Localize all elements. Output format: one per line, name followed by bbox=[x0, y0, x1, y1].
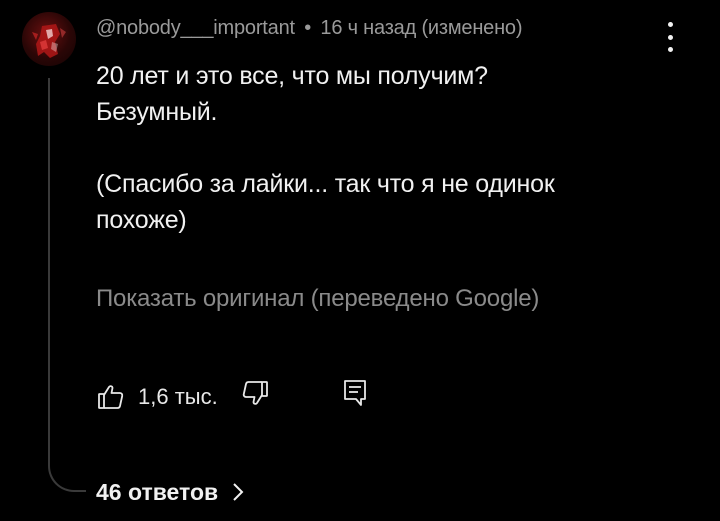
chevron-right-icon bbox=[233, 483, 244, 501]
show-original-link[interactable]: Показать оригинал (переведено Google) bbox=[96, 285, 539, 313]
comment-line: Безумный. bbox=[96, 98, 218, 126]
more-vertical-icon[interactable] bbox=[660, 22, 680, 52]
thumb-up-icon[interactable] bbox=[96, 382, 126, 412]
comment-text: 20 лет и это все, что мы получим? Безумн… bbox=[96, 58, 656, 238]
reply-comment-icon[interactable] bbox=[340, 378, 370, 408]
comment-actions: 1,6 тыс. bbox=[96, 378, 396, 414]
timestamp[interactable]: 16 ч назад bbox=[320, 17, 416, 39]
comment-line: 20 лет и это все, что мы получим? bbox=[96, 62, 488, 90]
view-replies-button[interactable]: 46 ответов bbox=[96, 476, 244, 508]
author-name[interactable]: @nobody___important bbox=[96, 17, 295, 39]
thumb-down-icon[interactable] bbox=[240, 378, 270, 408]
avatar[interactable] bbox=[22, 12, 76, 66]
thread-connector bbox=[48, 440, 86, 492]
comment-header: @nobody___important • 16 ч назад (измене… bbox=[96, 17, 523, 40]
like-count: 1,6 тыс. bbox=[138, 384, 218, 409]
replies-count: 46 ответов bbox=[96, 478, 219, 505]
meta-separator: • bbox=[304, 17, 312, 39]
comment-line: (Спасибо за лайки... так что я не одинок bbox=[96, 170, 555, 198]
thread-line bbox=[48, 78, 50, 458]
comment-line: похоже) bbox=[96, 206, 187, 234]
edited-label: (изменено) bbox=[421, 17, 523, 39]
